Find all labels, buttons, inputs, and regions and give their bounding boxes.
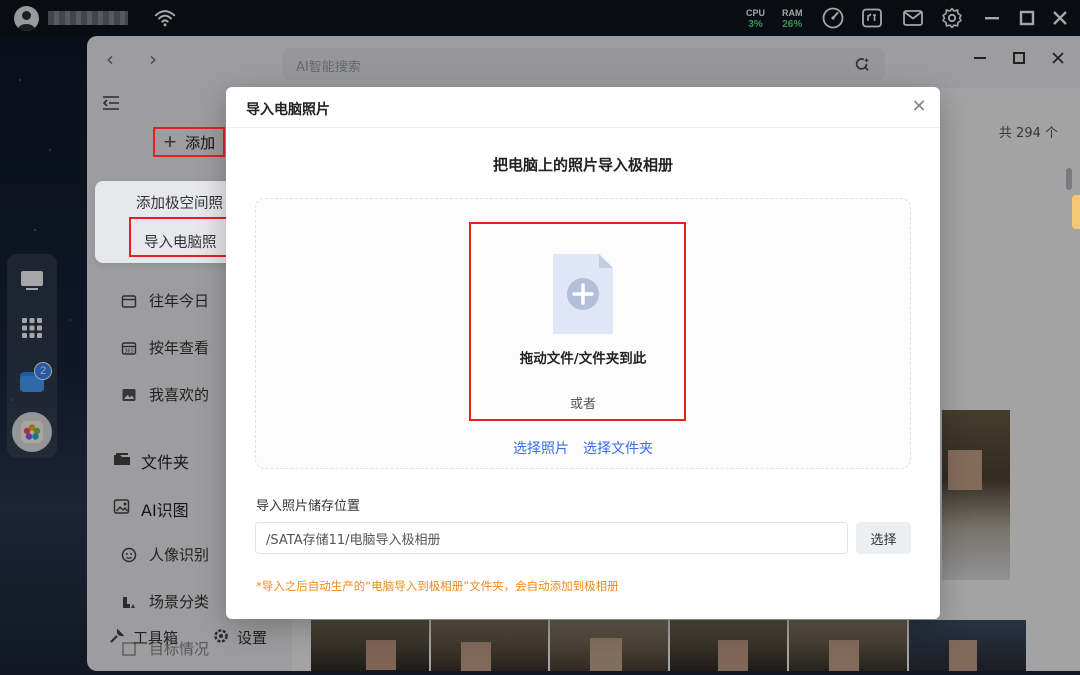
add-file-icon [553,254,613,334]
add-button-label: 添加 [185,133,216,152]
drop-instruction: 拖动文件/文件夹到此 [519,351,647,367]
dialog-header: 导入电脑照片 ✕ [226,87,940,128]
add-button-highlight[interactable]: + 添加 [153,127,225,157]
select-folder-link[interactable]: 选择文件夹 [583,438,653,458]
or-separator: 或者 [569,397,596,412]
dialog-heading: 把电脑上的照片导入极相册 [492,156,673,174]
dropdown-item-add-space-photos[interactable]: 添加极空间照 [136,192,223,213]
plus-icon: + [162,132,178,152]
dialog-close-icon[interactable]: ✕ [910,98,928,116]
select-links: 选择照片 选择文件夹 [226,438,940,458]
import-photos-dialog: 导入电脑照片 ✕ 把电脑上的照片导入极相册 拖动文件/文件夹到此 或者 选择照片… [226,87,940,619]
choose-location-button[interactable]: 选择 [856,522,911,554]
dialog-title: 导入电脑照片 [246,102,330,118]
import-note: *导入之后自动生产的“电脑导入到极相册”文件夹，会自动添加到极相册 [256,579,619,593]
side-tab-handle[interactable] [1072,195,1080,229]
select-photos-link[interactable]: 选择照片 [513,438,569,458]
storage-path-field[interactable] [255,522,848,554]
storage-location-label: 导入照片储存位置 [256,499,361,514]
